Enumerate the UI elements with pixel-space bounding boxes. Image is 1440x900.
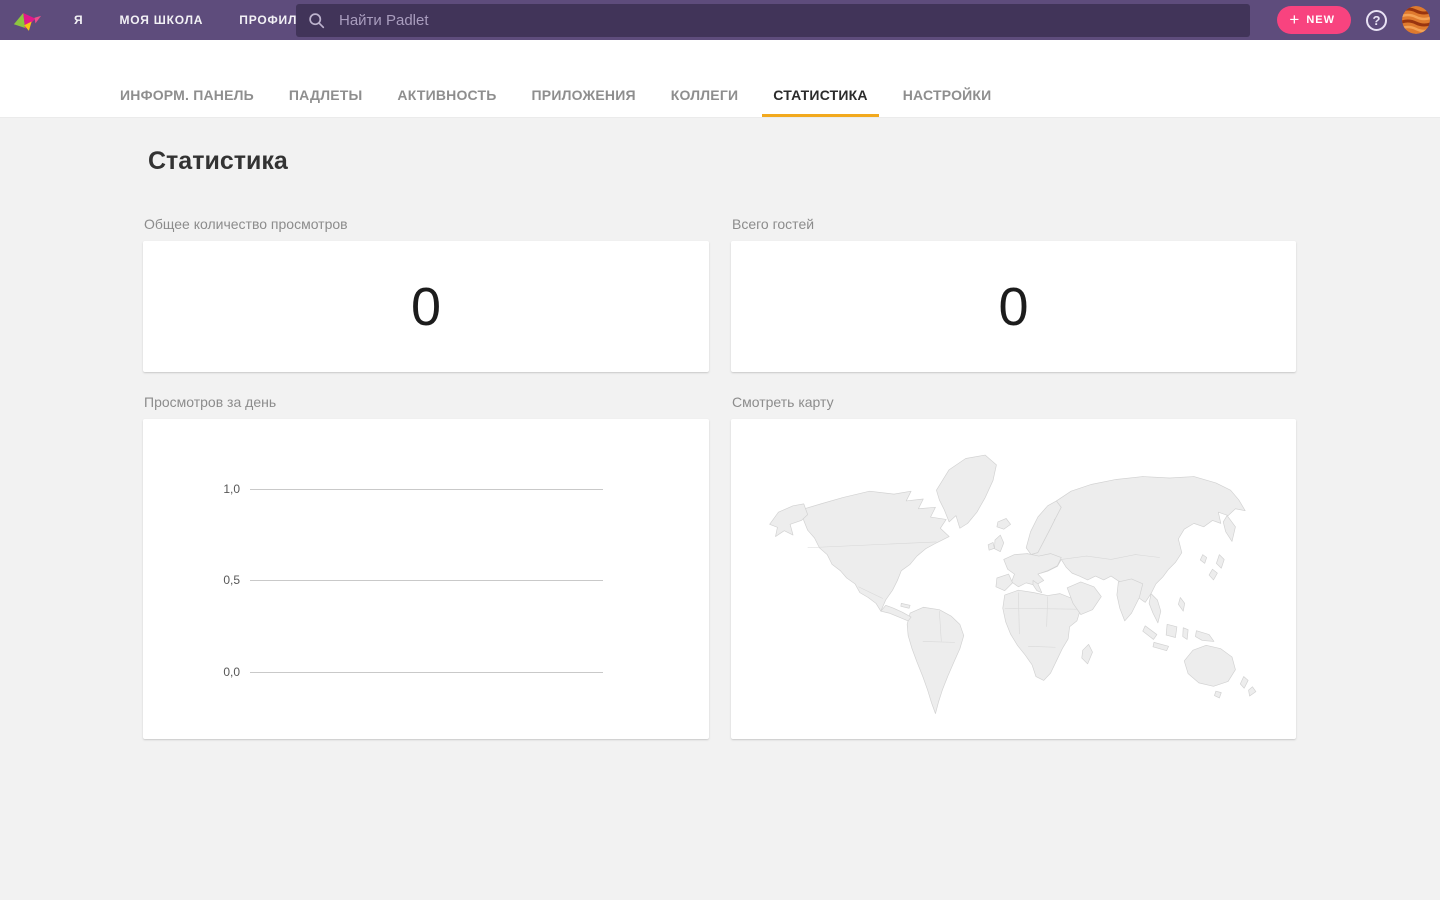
help-icon[interactable]: ?	[1366, 10, 1387, 31]
user-avatar[interactable]	[1402, 6, 1430, 34]
views-per-day-chart: 1,0 0,5 0,0	[143, 419, 709, 739]
new-button-label: NEW	[1306, 14, 1335, 26]
map-section: Смотреть карту	[731, 394, 1296, 739]
statistics-page: Статистика Общее количество просмотров 0…	[0, 147, 1440, 739]
tab-dashboard[interactable]: ИНФОРМ. ПАНЕЛЬ	[120, 87, 254, 103]
world-map	[755, 430, 1272, 726]
total-views-card: 0	[143, 241, 709, 372]
visitors-map-card[interactable]	[731, 419, 1296, 739]
view-map-link[interactable]: Смотреть карту	[732, 394, 1296, 410]
total-guests-section: Всего гостей 0	[731, 216, 1296, 372]
search-input[interactable]	[339, 12, 1238, 29]
page-title: Статистика	[148, 147, 1296, 176]
y-tick-0: 0,0	[203, 665, 240, 679]
tab-activity[interactable]: АКТИВНОСТЬ	[397, 87, 496, 103]
total-guests-value: 0	[998, 280, 1028, 334]
search-bar[interactable]	[296, 4, 1250, 37]
tab-statistics[interactable]: СТАТИСТИКА	[773, 87, 868, 103]
total-guests-label: Всего гостей	[732, 216, 1296, 232]
topbar-actions: + NEW ?	[1277, 0, 1430, 40]
padlet-logo-icon[interactable]	[10, 6, 44, 34]
total-views-label: Общее количество просмотров	[144, 216, 709, 232]
tab-colleagues[interactable]: КОЛЛЕГИ	[671, 87, 738, 103]
gridline	[250, 672, 603, 673]
tab-padlets[interactable]: ПАДЛЕТЫ	[289, 87, 363, 103]
new-button[interactable]: + NEW	[1277, 6, 1351, 34]
stats-grid: Общее количество просмотров 0 Всего гост…	[143, 216, 1296, 739]
views-per-day-section: Просмотров за день 1,0 0,5 0,0	[143, 394, 709, 739]
plus-icon: +	[1289, 11, 1300, 28]
y-tick-1: 1,0	[203, 482, 240, 496]
views-per-day-label: Просмотров за день	[144, 394, 709, 410]
topbar: Я МОЯ ШКОЛА ПРОФИЛЬ + NEW ?	[0, 0, 1440, 40]
tab-bar: ИНФОРМ. ПАНЕЛЬ ПАДЛЕТЫ АКТИВНОСТЬ ПРИЛОЖ…	[0, 40, 1440, 118]
nav-item-my-school[interactable]: МОЯ ШКОЛА	[119, 13, 203, 27]
total-guests-card: 0	[731, 241, 1296, 372]
total-views-section: Общее количество просмотров 0	[143, 216, 709, 372]
y-tick-0-5: 0,5	[203, 573, 240, 587]
nav-item-me[interactable]: Я	[74, 13, 83, 27]
tab-apps[interactable]: ПРИЛОЖЕНИЯ	[532, 87, 636, 103]
search-icon	[308, 12, 325, 29]
topbar-nav: Я МОЯ ШКОЛА ПРОФИЛЬ	[44, 13, 307, 27]
gridline	[250, 489, 603, 490]
total-views-value: 0	[411, 280, 441, 334]
gridline	[250, 580, 603, 581]
tab-settings[interactable]: НАСТРОЙКИ	[903, 87, 992, 103]
